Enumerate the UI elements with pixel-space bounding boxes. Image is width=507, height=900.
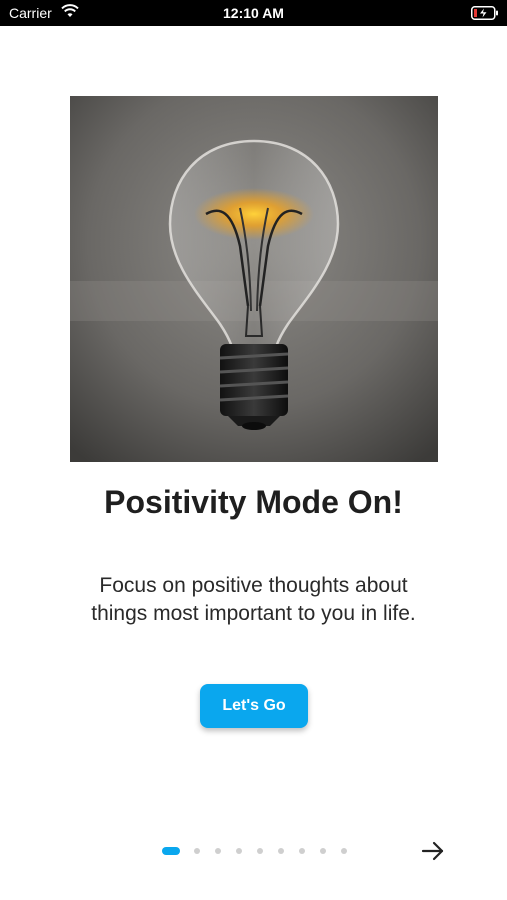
page-title: Positivity Mode On! <box>104 484 403 520</box>
description-line: Focus on positive thoughts about <box>99 574 408 597</box>
hero-image <box>70 96 438 462</box>
arrow-right-icon[interactable] <box>420 839 446 863</box>
page-dot[interactable] <box>257 848 263 854</box>
page-dot-active[interactable] <box>162 847 180 855</box>
page-dot[interactable] <box>299 848 305 854</box>
page-dot[interactable] <box>236 848 242 854</box>
lets-go-button[interactable]: Let's Go <box>200 684 308 728</box>
clock: 12:10 AM <box>223 5 284 21</box>
lightbulb-image <box>70 96 438 462</box>
status-bar: Carrier 12:10 AM <box>0 0 507 26</box>
battery-icon <box>471 6 498 20</box>
page-dot[interactable] <box>215 848 221 854</box>
page-dot[interactable] <box>341 848 347 854</box>
page-dot[interactable] <box>194 848 200 854</box>
onboarding-description: Focus on positive thoughts about things … <box>40 572 467 628</box>
description-line: things most important to you in life. <box>91 602 416 625</box>
page-dot[interactable] <box>278 848 284 854</box>
page-dot[interactable] <box>320 848 326 854</box>
